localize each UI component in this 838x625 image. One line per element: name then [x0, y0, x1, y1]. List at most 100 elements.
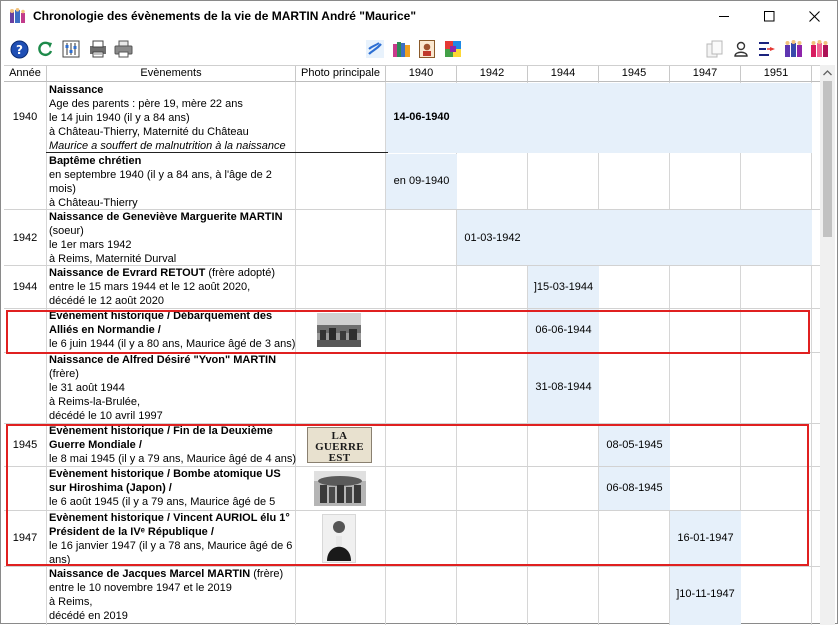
printer-icon[interactable] — [112, 38, 134, 60]
event-line: à Reims-la-Brulée, — [49, 396, 141, 408]
scroll-thumb[interactable] — [823, 81, 832, 237]
event-title: Evènement historique / Fin de la Deuxièm… — [49, 425, 273, 451]
header-year-1945[interactable]: 1945 — [599, 66, 670, 82]
event-line: Age des parents : père 19, mère 22 ans — [49, 98, 243, 110]
event-line: à Château-Thierry, Maternité du Château — [49, 126, 249, 138]
row-year: 1947 — [12, 532, 38, 544]
event-note: Maurice a souffert de malnutrition à la … — [49, 140, 286, 152]
event-line: le 1er mars 1942 — [49, 239, 132, 251]
event-line: à Reims, — [49, 596, 93, 608]
event-description: Evènement historique / Débarquement des … — [48, 309, 298, 351]
scroll-up-icon[interactable] — [820, 65, 835, 80]
event-description: Naissance de Geneviève Marguerite MARTIN… — [48, 210, 298, 266]
event-description: Evènement historique / Bombe atomique US… — [48, 467, 298, 509]
color-palette-icon[interactable] — [442, 38, 464, 60]
family-app-icon — [9, 8, 26, 25]
table-row[interactable]: Evènement historique / Débarquement des … — [4, 309, 820, 352]
event-line: le 16 janvier 1947 (il y a 78 ans, Mauri… — [49, 540, 293, 552]
copy-icon[interactable] — [704, 38, 726, 60]
table-row[interactable]: 1940 Naissance Age des parents : père 19… — [4, 83, 820, 153]
event-title: Evènement historique / Bombe atomique US… — [49, 468, 281, 494]
header-year-1944[interactable]: 1944 — [528, 66, 599, 82]
row-year: 1944 — [12, 281, 38, 293]
event-line: ans) — [49, 554, 71, 566]
list-sort-icon[interactable] — [756, 38, 778, 60]
event-date: 06-06-1944 — [535, 324, 592, 336]
event-date: 08-05-1945 — [606, 439, 663, 451]
event-title: Naissance de Jacques Marcel MARTIN — [49, 568, 251, 580]
event-date: 14-06-1940 — [393, 111, 450, 123]
event-date: 16-01-1947 — [677, 532, 734, 544]
group-icon[interactable] — [808, 38, 830, 60]
refresh-icon[interactable] — [34, 38, 56, 60]
table-row[interactable]: Evènement historique / Bombe atomique US… — [4, 467, 820, 510]
event-description: Evènement historique / Vincent AURIOL él… — [48, 511, 298, 567]
event-description: Naissance Age des parents : père 19, mèr… — [48, 83, 298, 153]
header-year-1951[interactable]: 1951 — [741, 66, 812, 82]
event-title-suffix: (frère adopté) — [205, 267, 276, 279]
person-icon[interactable] — [730, 38, 752, 60]
portrait-icon[interactable] — [416, 38, 438, 60]
print-preview-icon[interactable] — [87, 38, 109, 60]
minimize-button[interactable] — [701, 1, 747, 32]
event-line: le 31 août 1944 — [49, 382, 125, 394]
event-date: 06-08-1945 — [606, 482, 663, 494]
header-year-1942[interactable]: 1942 — [457, 66, 528, 82]
event-line: en septembre 1940 (il y a 84 ans, à l'âg… — [49, 169, 272, 181]
header-evenements[interactable]: Evènements — [47, 66, 296, 82]
event-date: ]10-11-1947 — [676, 588, 735, 600]
table-row[interactable]: 1947 Evènement historique / Vincent AURI… — [4, 511, 820, 567]
event-line: mois) — [49, 183, 76, 195]
family-icon[interactable] — [782, 38, 804, 60]
event-title: Naissance de Evrard RETOUT — [49, 267, 206, 279]
event-title: Evènement historique / Vincent AURIOL él… — [49, 512, 290, 538]
newspaper-headline: LA GUERRE EST FINIE — [315, 430, 364, 463]
event-title-suffix: (frère) — [250, 568, 284, 580]
event-title: Naissance de Alfred Désiré "Yvon" MARTIN — [49, 354, 277, 366]
event-line: décédé le 10 avril 1997 — [49, 410, 163, 422]
event-description: Naissance de Jacques Marcel MARTIN (frèr… — [48, 567, 298, 623]
event-date: ]15-03-1944 — [533, 281, 594, 293]
vertical-scrollbar[interactable] — [820, 65, 835, 625]
header-annee[interactable]: Année — [4, 66, 47, 82]
filter-icon[interactable] — [364, 38, 386, 60]
event-description: Evènement historique / Fin de la Deuxièm… — [48, 424, 298, 466]
family-colors-icon[interactable] — [390, 38, 412, 60]
event-photo[interactable] — [317, 313, 361, 347]
row-year: 1940 — [12, 111, 38, 123]
event-line: (frère) — [49, 368, 79, 380]
event-line: entre le 10 novembre 1947 et le 2019 — [49, 582, 232, 594]
event-line: entre le 15 mars 1944 et le 12 août 2020… — [49, 281, 251, 293]
event-photo[interactable] — [322, 514, 356, 563]
event-line: le 6 juin 1944 (il y a 80 ans, Maurice â… — [49, 338, 296, 350]
table-row[interactable]: Naissance de Jacques Marcel MARTIN (frèr… — [4, 567, 820, 625]
event-photo[interactable] — [314, 471, 366, 506]
event-date: en 09-1940 — [393, 175, 450, 187]
table-row[interactable]: 1942 Naissance de Geneviève Marguerite M… — [4, 210, 820, 266]
event-line: le 14 juin 1940 (il y a 84 ans) — [49, 112, 190, 124]
close-button[interactable] — [791, 1, 837, 32]
window-title: Chronologie des évènements de la vie de … — [33, 9, 417, 23]
header-filler — [812, 66, 820, 82]
event-line: le 6 août 1945 (il y a 79 ans, Maurice â… — [49, 496, 276, 508]
event-photo[interactable]: LA GUERRE EST FINIE — [307, 427, 372, 463]
row-year: 1942 — [12, 232, 38, 244]
help-icon[interactable]: ? — [8, 38, 30, 60]
table-row[interactable]: Naissance de Alfred Désiré "Yvon" MARTIN… — [4, 353, 820, 423]
table-row[interactable]: 1944 Naissance de Evrard RETOUT (frère a… — [4, 266, 820, 309]
chronology-grid: Année Evènements Photo principale 1940 1… — [4, 65, 820, 625]
table-row[interactable]: Baptême chrétien en septembre 1940 (il y… — [4, 154, 820, 210]
table-row[interactable]: 1945 Evènement historique / Fin de la De… — [4, 424, 820, 467]
maximize-button[interactable] — [746, 1, 792, 32]
svg-text:?: ? — [16, 43, 23, 57]
event-line: à Reims, Maternité Durval — [49, 253, 177, 265]
event-title: Naissance de Geneviève Marguerite MARTIN — [49, 211, 283, 223]
event-line: décédé le 12 août 2020 — [49, 295, 164, 307]
event-line: décédé en 2019 — [49, 610, 128, 622]
settings-icon[interactable] — [60, 38, 82, 60]
header-photo[interactable]: Photo principale — [296, 66, 386, 82]
event-line: à Château-Thierry — [49, 197, 138, 209]
chronology-window: Chronologie des évènements de la vie de … — [0, 0, 838, 625]
header-year-1940[interactable]: 1940 — [386, 66, 457, 82]
header-year-1947[interactable]: 1947 — [670, 66, 741, 82]
